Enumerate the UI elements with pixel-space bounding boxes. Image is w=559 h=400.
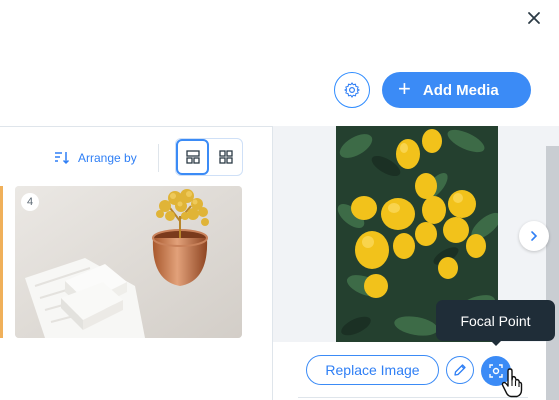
gear-icon	[344, 82, 360, 98]
focal-point-tooltip: Focal Point	[436, 300, 555, 341]
edit-image-button[interactable]	[446, 356, 474, 384]
grid-small-icon	[219, 150, 233, 164]
replace-image-label: Replace Image	[325, 362, 420, 378]
grid-large-icon	[185, 150, 200, 164]
gallery-thumbnail[interactable]: 4	[15, 186, 242, 338]
large-grid-view-button[interactable]	[176, 139, 209, 175]
add-media-label: Add Media	[422, 81, 499, 99]
soap-product-photo	[15, 186, 242, 338]
gallery-thumbnail-previous[interactable]	[0, 186, 3, 338]
close-button[interactable]	[520, 6, 548, 30]
small-grid-view-button[interactable]	[211, 139, 241, 175]
plus-icon: +	[398, 76, 411, 101]
tooltip-text: Focal Point	[460, 312, 531, 329]
divider	[298, 397, 528, 398]
close-icon	[528, 12, 540, 24]
divider	[0, 126, 272, 127]
thumbnail-index-badge: 4	[21, 193, 39, 211]
arrange-by-button[interactable]: Arrange by	[54, 148, 137, 168]
settings-button[interactable]	[334, 72, 370, 108]
toolbar-separator	[158, 144, 159, 172]
pencil-icon	[454, 364, 466, 376]
replace-image-button[interactable]: Replace Image	[306, 355, 439, 385]
tooltip-arrow	[489, 339, 503, 346]
next-image-button[interactable]	[519, 221, 549, 251]
sort-icon	[55, 152, 70, 165]
hand-cursor-icon	[501, 368, 523, 398]
add-media-button[interactable]: + Add Media	[382, 72, 531, 108]
chevron-right-icon	[531, 231, 538, 241]
panel-scrollbar[interactable]	[546, 146, 559, 400]
arrange-by-label: Arrange by	[78, 151, 137, 165]
